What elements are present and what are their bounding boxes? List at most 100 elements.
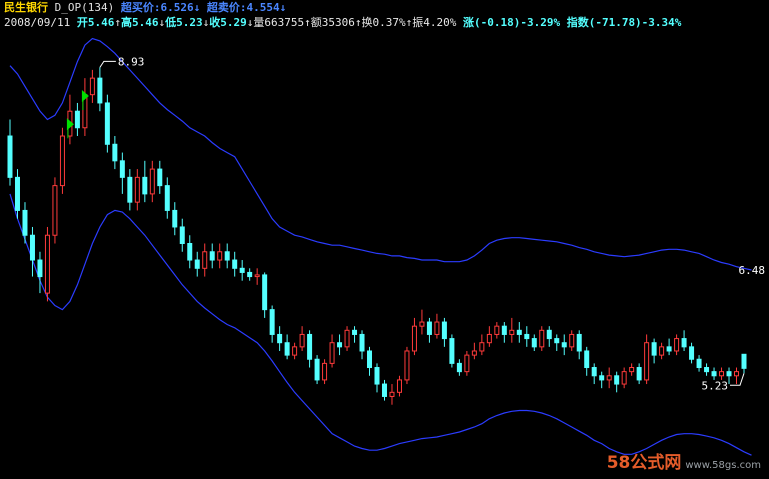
- candle-body: [119, 160, 125, 178]
- candle-body: [337, 342, 343, 348]
- candle-body: [719, 371, 725, 377]
- up-arrow-icon: ↑: [114, 16, 121, 29]
- quote-open: 开5.46: [76, 16, 115, 29]
- candle-body: [209, 251, 215, 261]
- candle-body: [389, 391, 395, 397]
- candle-body: [104, 102, 110, 145]
- down-arrow-icon: ↓: [193, 1, 201, 14]
- candle-body: [696, 358, 702, 369]
- candle-body: [539, 329, 545, 348]
- candle-body: [666, 346, 672, 352]
- lower-band-line: [9, 193, 752, 456]
- low-price-label: 5.23: [702, 379, 729, 392]
- candle-body: [404, 350, 410, 381]
- candle-body: [464, 354, 470, 373]
- candle-body: [456, 362, 462, 373]
- overbought-price: 超买价:6.526: [120, 1, 194, 14]
- candle-body: [659, 346, 665, 356]
- candle-body: [434, 321, 440, 335]
- candle-body: [284, 342, 290, 356]
- candle-body: [396, 379, 402, 393]
- candle-body: [509, 329, 515, 335]
- candle-body: [269, 309, 275, 335]
- candle-body: [224, 251, 230, 261]
- candle-body: [292, 346, 298, 356]
- candle-body: [501, 325, 507, 335]
- candle-body: [202, 251, 208, 269]
- high-marker-line: [99, 60, 116, 68]
- watermark: 58公式网 www.58gs.com: [607, 448, 761, 473]
- candle-body: [179, 226, 185, 244]
- candle-body: [486, 333, 492, 344]
- candle-body: [674, 338, 680, 352]
- watermark-url: www.58gs.com: [685, 460, 761, 471]
- candle-body: [704, 367, 710, 373]
- candle-body: [441, 321, 447, 340]
- formula-name: D_OP(134): [54, 1, 115, 14]
- candle-body: [14, 176, 20, 211]
- candle-body: [614, 375, 620, 385]
- candle-body: [322, 362, 328, 381]
- candle-body: [314, 358, 320, 381]
- upper-band-line: [9, 37, 752, 271]
- candle-body: [689, 346, 695, 360]
- candle-body: [239, 267, 245, 273]
- candle-body: [97, 77, 103, 104]
- quote-high: 高5.46: [120, 16, 159, 29]
- candle-body: [569, 333, 575, 348]
- candle-body: [157, 168, 163, 187]
- candle-body: [247, 271, 253, 278]
- candle-body: [741, 353, 747, 369]
- candle-body: [471, 350, 477, 356]
- candle-body: [37, 259, 43, 278]
- up-arrow-icon: ↑: [304, 16, 311, 29]
- quote-index: 指数(-71.78)-3.34%: [566, 16, 682, 29]
- candle-body: [711, 371, 717, 377]
- candle-body: [59, 135, 65, 187]
- candle-body: [419, 321, 425, 327]
- candle-body: [681, 338, 687, 348]
- watermark-logo: 58公式网: [606, 453, 682, 473]
- candle-body: [277, 333, 283, 344]
- candle-body: [629, 367, 635, 373]
- candle-body: [52, 185, 58, 236]
- quote-header: 2008/09/11 开5.46↑高5.46↓低5.23↓收5.29↓量6637…: [4, 16, 681, 30]
- candle-body: [726, 371, 732, 377]
- candle-body: [636, 367, 642, 381]
- candle-body: [381, 383, 387, 397]
- candle-body: [561, 342, 567, 348]
- candle-body: [112, 143, 118, 162]
- quote-close: 收5.29: [209, 16, 247, 29]
- stock-chart-window: 8.93 5.23 6.48 民生银行 D_OP(134) 超买价:6.526↓ 超…: [0, 0, 769, 479]
- quote-amount: 额35306: [310, 16, 355, 29]
- candle-body: [232, 259, 238, 269]
- candle-body: [344, 329, 350, 348]
- candle-body: [494, 325, 500, 335]
- candle-body: [74, 110, 80, 129]
- candle-body: [29, 234, 35, 261]
- quote-amplitude: 振4.20%: [412, 16, 457, 29]
- candle-body: [352, 329, 358, 335]
- candle-body: [426, 321, 432, 335]
- candle-body: [172, 209, 178, 228]
- candle-body: [576, 333, 582, 352]
- candle-body: [449, 338, 455, 364]
- candle-body: [89, 77, 95, 96]
- candle-body: [516, 329, 522, 335]
- candle-body: [149, 168, 155, 195]
- candle-body: [254, 274, 260, 278]
- candle-body: [591, 367, 597, 377]
- candle-body: [411, 325, 417, 352]
- candlestick-chart: 8.93 5.23 6.48: [7, 37, 766, 456]
- quote-date: 2008/09/11: [4, 16, 71, 29]
- candle-body: [584, 350, 590, 369]
- upper-band-value-label: 6.48: [739, 264, 766, 277]
- high-price-label: 8.93: [118, 55, 145, 68]
- candle-body: [644, 342, 650, 381]
- candle-body: [606, 375, 612, 381]
- down-arrow-icon: ↓: [279, 1, 287, 14]
- candle-body: [359, 333, 365, 352]
- candle-body: [307, 333, 313, 360]
- candle-body: [734, 371, 740, 377]
- candle-body: [164, 185, 170, 211]
